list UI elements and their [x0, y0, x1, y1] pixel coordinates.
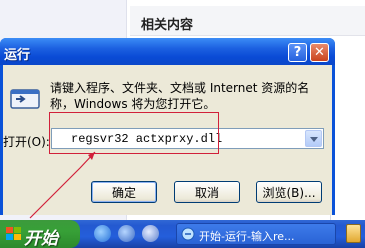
- taskbar: 开始 开始-运行-输入re...: [0, 220, 365, 248]
- open-label: 打开(O):: [3, 135, 50, 149]
- close-icon[interactable]: ✕: [310, 43, 329, 62]
- dialog-title: 运行: [4, 48, 31, 63]
- windows-logo-icon: [6, 227, 21, 240]
- run-icon: [10, 89, 40, 109]
- dropdown-arrow-icon[interactable]: [305, 130, 322, 147]
- dialog-titlebar[interactable]: 运行 ? ✕: [0, 38, 335, 65]
- ie-icon[interactable]: [94, 225, 111, 242]
- ok-button[interactable]: 确定: [91, 181, 157, 203]
- task-window-icon: [181, 227, 195, 241]
- taskbar-window-button[interactable]: 开始-运行-输入re...: [176, 223, 336, 245]
- related-content-heading: 相关内容: [141, 18, 194, 33]
- tray-icon[interactable]: [346, 224, 361, 243]
- show-desktop-icon[interactable]: [142, 225, 159, 242]
- help-icon[interactable]: ?: [288, 43, 307, 62]
- dialog-prompt: 请键入程序、文件夹、文档或 Internet 资源的名称，Windows 将为您…: [50, 81, 310, 111]
- start-button[interactable]: 开始: [0, 220, 80, 248]
- taskbar-window-label: 开始-运行-输入re...: [199, 230, 295, 243]
- browse-button[interactable]: 浏览(B)...: [256, 181, 322, 203]
- highlight-box: [49, 112, 219, 154]
- media-player-icon[interactable]: [118, 225, 135, 242]
- cancel-button[interactable]: 取消: [174, 181, 240, 203]
- start-label: 开始: [24, 229, 58, 248]
- right-divider: [330, 50, 365, 220]
